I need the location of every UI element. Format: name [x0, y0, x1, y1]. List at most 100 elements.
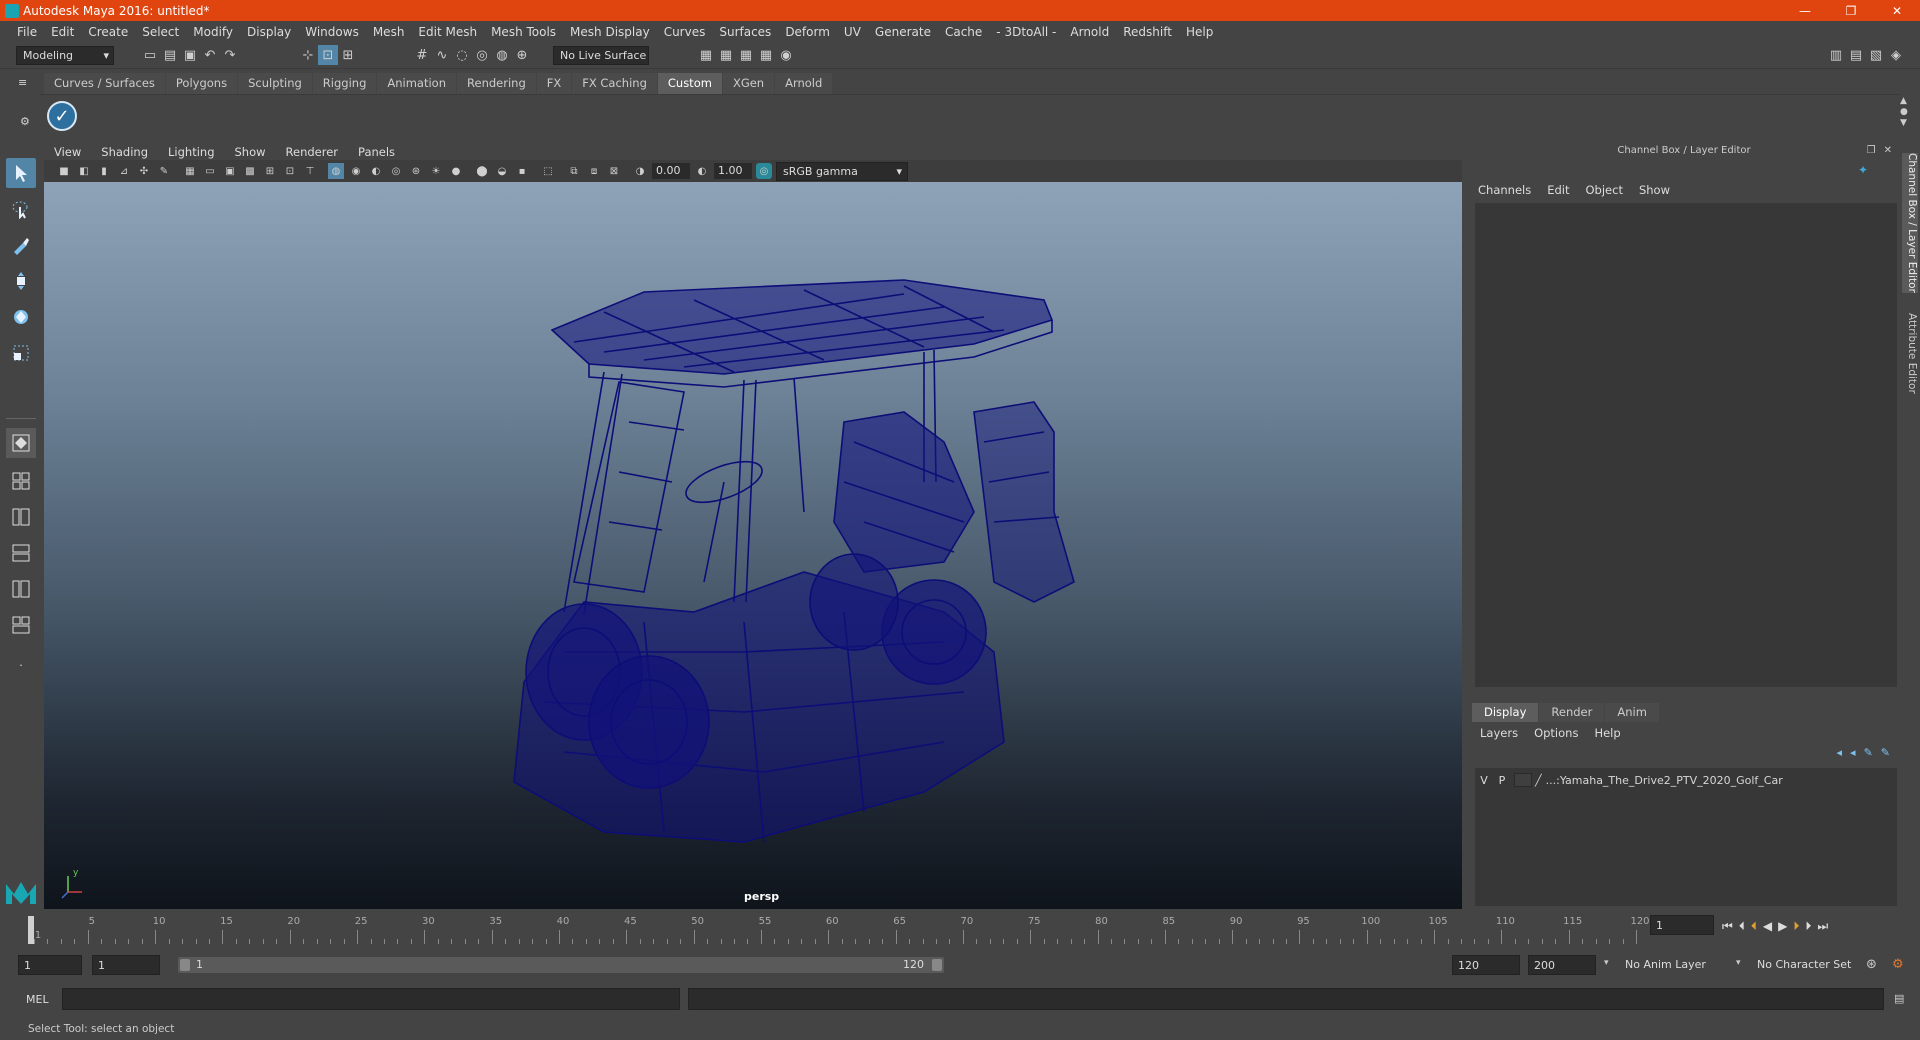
menu-edit-mesh[interactable]: Edit Mesh [411, 25, 484, 39]
xray-joints-icon[interactable]: ⧈ [586, 163, 602, 179]
image-plane-icon[interactable]: ⊿ [116, 163, 132, 179]
checkmark-shelf-icon[interactable]: ✓ [47, 101, 77, 131]
live-surface-field[interactable]: No Live Surface [553, 46, 649, 65]
textured-icon[interactable]: ⊛ [408, 163, 424, 179]
layer-color-swatch[interactable] [1514, 773, 1532, 787]
animation-preferences-icon[interactable]: ⚙ [1892, 957, 1904, 972]
menu-mesh[interactable]: Mesh [366, 25, 412, 39]
select-component-icon[interactable]: ⊞ [338, 45, 358, 65]
outliner-layout-icon[interactable] [6, 610, 36, 640]
snap-point-icon[interactable]: ◌ [452, 45, 472, 65]
snap-curve-icon[interactable]: ∿ [432, 45, 452, 65]
select-object-icon[interactable]: ⊡ [318, 45, 338, 65]
chevron-down-icon[interactable]: ▾ [1604, 958, 1609, 968]
new-layer-icon[interactable]: ✎ [1864, 746, 1873, 759]
side-tab-channel-box[interactable]: Channel Box / Layer Editor [1902, 153, 1918, 293]
default-material-icon[interactable]: ◐ [368, 163, 384, 179]
two-d-pan-zoom-icon[interactable]: ✣ [136, 163, 152, 179]
shelf-tab-fx-caching[interactable]: FX Caching [572, 73, 657, 94]
xray-components-icon[interactable]: ⊠ [606, 163, 622, 179]
menu-generate[interactable]: Generate [868, 25, 938, 39]
color-management-icon[interactable]: ◎ [756, 163, 772, 179]
exposure-field[interactable]: 0.00 [652, 163, 690, 179]
shelf-tab-fx[interactable]: FX [536, 73, 572, 94]
command-input[interactable] [62, 988, 680, 1010]
paint-select-tool-icon[interactable] [6, 230, 36, 260]
cb-menu-edit[interactable]: Edit [1539, 183, 1577, 201]
gate-mask-icon[interactable]: ▩ [242, 163, 258, 179]
current-frame-field[interactable]: 1 [1650, 915, 1714, 935]
menu-select[interactable]: Select [135, 25, 186, 39]
use-all-lights-icon[interactable]: ☀ [428, 163, 444, 179]
new-layer-from-selected-icon[interactable]: ✎ [1881, 746, 1890, 759]
menu-file[interactable]: File [10, 25, 44, 39]
shelf-tab-rendering[interactable]: Rendering [457, 73, 536, 94]
snap-grid-icon[interactable]: # [412, 45, 432, 65]
ipr-render-icon[interactable]: ▦ [716, 45, 736, 65]
current-time-marker[interactable] [28, 916, 34, 944]
layer-name[interactable]: ...:Yamaha_The_Drive2_PTV_2020_Golf_Car [1546, 774, 1783, 787]
panel-menu-renderer[interactable]: Renderer [276, 145, 349, 159]
manipulator-icon[interactable]: ✦ [1858, 163, 1868, 177]
minimize-button[interactable]: — [1782, 0, 1828, 21]
character-set-dropdown[interactable]: No Character Set [1752, 955, 1862, 975]
bookmark-icon[interactable]: ▮ [96, 163, 112, 179]
range-bar[interactable]: 1 120 [178, 957, 944, 973]
layer-tab-anim[interactable]: Anim [1605, 703, 1659, 722]
channel-box-body[interactable] [1475, 203, 1897, 687]
render-settings-icon[interactable]: ▦ [736, 45, 756, 65]
hypershade-icon[interactable]: ▦ [756, 45, 776, 65]
gamma-icon[interactable]: ◐ [694, 163, 710, 179]
layer-tab-render[interactable]: Render [1539, 703, 1605, 722]
move-tool-icon[interactable] [6, 266, 36, 296]
menu-cache[interactable]: Cache [938, 25, 989, 39]
persp-graph-layout-icon[interactable] [6, 538, 36, 568]
layer-playback-toggle[interactable]: P [1493, 772, 1511, 788]
persp-outliner-layout-icon[interactable] [6, 502, 36, 532]
screen-space-ao-icon[interactable]: ⬤ [474, 163, 490, 179]
shelf-settings-icon[interactable]: ⚙ [20, 115, 30, 128]
menu-mesh-display[interactable]: Mesh Display [563, 25, 657, 39]
rotate-tool-icon[interactable] [6, 302, 36, 332]
save-scene-icon[interactable]: ▣ [180, 45, 200, 65]
auto-key-icon[interactable]: ⊛ [1866, 957, 1877, 972]
open-scene-icon[interactable]: ▤ [160, 45, 180, 65]
grid-icon[interactable]: ▦ [182, 163, 198, 179]
make-live-icon[interactable]: ⊕ [512, 45, 532, 65]
exposure-icon[interactable]: ◑ [632, 163, 648, 179]
multisample-aa-icon[interactable]: ▪ [514, 163, 530, 179]
script-language-label[interactable]: MEL [26, 993, 49, 1006]
menu-windows[interactable]: Windows [298, 25, 366, 39]
menu-edit[interactable]: Edit [44, 25, 81, 39]
render-current-icon[interactable]: ▦ [696, 45, 716, 65]
chevron-down-icon[interactable]: ▾ [1736, 958, 1741, 968]
range-start-handle[interactable] [180, 959, 190, 971]
shelf-tab-custom[interactable]: Custom [657, 73, 722, 94]
menu-redshift[interactable]: Redshift [1116, 25, 1179, 39]
layer-row[interactable]: V P ╱ ...:Yamaha_The_Drive2_PTV_2020_Gol… [1475, 771, 1895, 789]
play-backwards-icon[interactable]: ◀ [1763, 919, 1772, 934]
channel-box-toggle-icon[interactable]: ◈ [1886, 45, 1906, 65]
close-panel-icon[interactable]: ✕ [1884, 145, 1892, 156]
layer-menu-help[interactable]: Help [1586, 726, 1628, 740]
move-layer-up-icon[interactable]: ◂ [1837, 746, 1843, 759]
menu-mesh-tools[interactable]: Mesh Tools [484, 25, 563, 39]
snap-live-icon[interactable]: ◍ [492, 45, 512, 65]
shelf-tab-sculpting[interactable]: Sculpting [238, 73, 312, 94]
scale-tool-icon[interactable] [6, 338, 36, 368]
wireframe-icon[interactable]: ◍ [328, 163, 344, 179]
menu-3dtoall[interactable]: - 3DtoAll - [989, 25, 1063, 39]
mode-dropdown[interactable]: Modeling ▾ [16, 46, 114, 65]
step-back-frame-icon[interactable]: ⏴ [1739, 919, 1745, 934]
menu-curves[interactable]: Curves [657, 25, 713, 39]
new-scene-icon[interactable]: ▭ [140, 45, 160, 65]
panel-menu-lighting[interactable]: Lighting [158, 145, 224, 159]
panel-menu-view[interactable]: View [44, 145, 91, 159]
grease-pencil-icon[interactable]: ✎ [156, 163, 172, 179]
four-view-layout-icon[interactable] [6, 466, 36, 496]
film-gate-icon[interactable]: ▭ [202, 163, 218, 179]
step-back-key-icon[interactable]: ⏴ [1751, 919, 1757, 934]
xray-icon[interactable]: ⧉ [566, 163, 582, 179]
render-view-icon[interactable]: ◉ [776, 45, 796, 65]
shelf-tab-curves-surfaces[interactable]: Curves / Surfaces [44, 73, 165, 94]
